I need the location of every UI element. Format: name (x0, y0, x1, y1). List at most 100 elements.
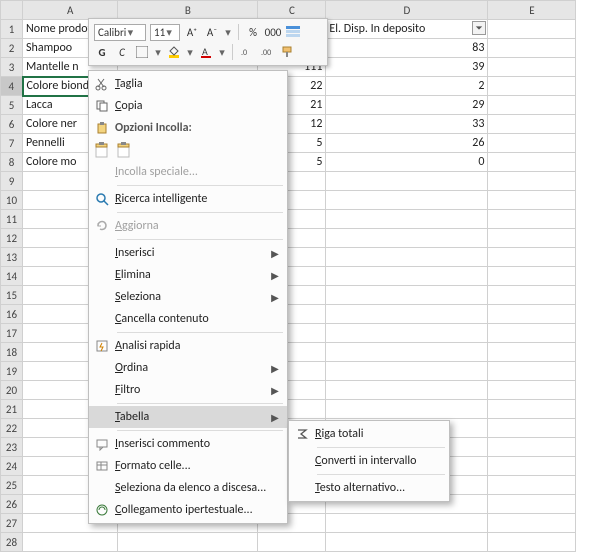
increase-decimal-button[interactable]: .00 (259, 44, 275, 60)
cell-E15[interactable] (488, 286, 576, 305)
border-button[interactable] (134, 44, 150, 60)
cell-B28[interactable] (118, 533, 258, 552)
col-header-D[interactable]: D (326, 1, 488, 20)
cell-D11[interactable] (326, 210, 488, 229)
cell-C28[interactable] (258, 533, 326, 552)
cell-E22[interactable] (488, 419, 576, 438)
cell-E14[interactable] (488, 267, 576, 286)
cell-D14[interactable] (326, 267, 488, 286)
menu-item[interactable]: Ricerca intelligente (89, 188, 287, 210)
cell-E5[interactable] (488, 96, 576, 115)
menu-item[interactable]: Cancella contenuto (89, 308, 287, 330)
cell-D5[interactable]: 29 (326, 96, 488, 115)
cell-D2[interactable]: 83 (326, 39, 488, 58)
cell-E21[interactable] (488, 400, 576, 419)
col-header-B[interactable]: B (118, 1, 258, 20)
cell-E12[interactable] (488, 229, 576, 248)
cell-E20[interactable] (488, 381, 576, 400)
fill-color-button[interactable] (166, 44, 182, 60)
row-header[interactable]: 22 (1, 419, 23, 438)
cell-E2[interactable] (488, 39, 576, 58)
menu-item[interactable]: Collegamento ipertestuale... (89, 499, 287, 521)
table-format-icon[interactable] (285, 24, 301, 40)
cell-D17[interactable] (326, 324, 488, 343)
menu-item[interactable]: Seleziona▶ (89, 286, 287, 308)
cell-D21[interactable] (326, 400, 488, 419)
menu-item[interactable]: Inserisci▶ (89, 242, 287, 264)
col-header-E[interactable]: E (488, 1, 576, 20)
font-family-select[interactable]: Calibri▾ (94, 24, 146, 41)
cell-D12[interactable] (326, 229, 488, 248)
cell-E1[interactable] (488, 20, 576, 39)
cell-D3[interactable]: 39 (326, 58, 488, 77)
decrease-font-button[interactable]: A⁻ (204, 24, 220, 40)
cell-D13[interactable] (326, 248, 488, 267)
row-header[interactable]: 14 (1, 267, 23, 286)
cell-D10[interactable] (326, 191, 488, 210)
italic-button[interactable]: C (114, 44, 130, 60)
menu-item[interactable]: Inserisci commento (89, 433, 287, 455)
row-header[interactable]: 18 (1, 343, 23, 362)
cell-E28[interactable] (488, 533, 576, 552)
cell-E24[interactable] (488, 457, 576, 476)
col-header-C[interactable]: C (258, 1, 326, 20)
row-header[interactable]: 21 (1, 400, 23, 419)
row-header[interactable]: 28 (1, 533, 23, 552)
increase-font-button[interactable]: A⁺ (184, 24, 200, 40)
cell-E13[interactable] (488, 248, 576, 267)
row-header[interactable]: 4 (1, 77, 23, 96)
cell-D7[interactable]: 26 (326, 134, 488, 153)
submenu-item[interactable]: Converti in intervallo (289, 450, 449, 472)
bold-button[interactable]: G (94, 44, 110, 60)
cell-D18[interactable] (326, 343, 488, 362)
row-header[interactable]: 13 (1, 248, 23, 267)
row-header[interactable]: 25 (1, 476, 23, 495)
cell-E26[interactable] (488, 495, 576, 514)
cell-D15[interactable] (326, 286, 488, 305)
cell-E25[interactable] (488, 476, 576, 495)
row-header[interactable]: 15 (1, 286, 23, 305)
menu-item[interactable] (89, 139, 287, 161)
menu-item[interactable]: Taglia (89, 73, 287, 95)
row-header[interactable]: 5 (1, 96, 23, 115)
cell-D20[interactable] (326, 381, 488, 400)
cell-D4[interactable]: 2 (326, 77, 488, 96)
decrease-decimal-button[interactable]: .0 (239, 44, 255, 60)
cell-E27[interactable] (488, 514, 576, 533)
cell-D16[interactable] (326, 305, 488, 324)
row-header[interactable]: 9 (1, 172, 23, 191)
cell-D9[interactable] (326, 172, 488, 191)
cell-E11[interactable] (488, 210, 576, 229)
menu-item[interactable]: Ordina▶ (89, 357, 287, 379)
row-header[interactable]: 27 (1, 514, 23, 533)
cell-E16[interactable] (488, 305, 576, 324)
menu-item[interactable]: Formato celle... (89, 455, 287, 477)
row-header[interactable]: 7 (1, 134, 23, 153)
cell-A28[interactable] (23, 533, 118, 552)
row-header[interactable]: 3 (1, 58, 23, 77)
menu-item[interactable]: Copia (89, 95, 287, 117)
row-header[interactable]: 20 (1, 381, 23, 400)
menu-item[interactable]: Elimina▶ (89, 264, 287, 286)
cell-E6[interactable] (488, 115, 576, 134)
percent-button[interactable]: % (245, 24, 261, 40)
menu-item[interactable]: Analisi rapida (89, 335, 287, 357)
cell-D27[interactable] (326, 514, 488, 533)
cell-E19[interactable] (488, 362, 576, 381)
cell-D6[interactable]: 33 (326, 115, 488, 134)
row-header[interactable]: 6 (1, 115, 23, 134)
row-header[interactable]: 24 (1, 457, 23, 476)
cell-E3[interactable] (488, 58, 576, 77)
filter-button[interactable] (472, 21, 486, 35)
cell-E10[interactable] (488, 191, 576, 210)
cell-E23[interactable] (488, 438, 576, 457)
format-painter-button[interactable] (279, 44, 295, 60)
submenu-item[interactable]: Testo alternativo... (289, 477, 449, 499)
cell-E18[interactable] (488, 343, 576, 362)
row-header[interactable]: 17 (1, 324, 23, 343)
menu-item[interactable]: Tabella▶ (89, 406, 287, 428)
cell-D19[interactable] (326, 362, 488, 381)
cell-E9[interactable] (488, 172, 576, 191)
col-header-A[interactable]: A (23, 1, 118, 20)
row-header[interactable]: 10 (1, 191, 23, 210)
